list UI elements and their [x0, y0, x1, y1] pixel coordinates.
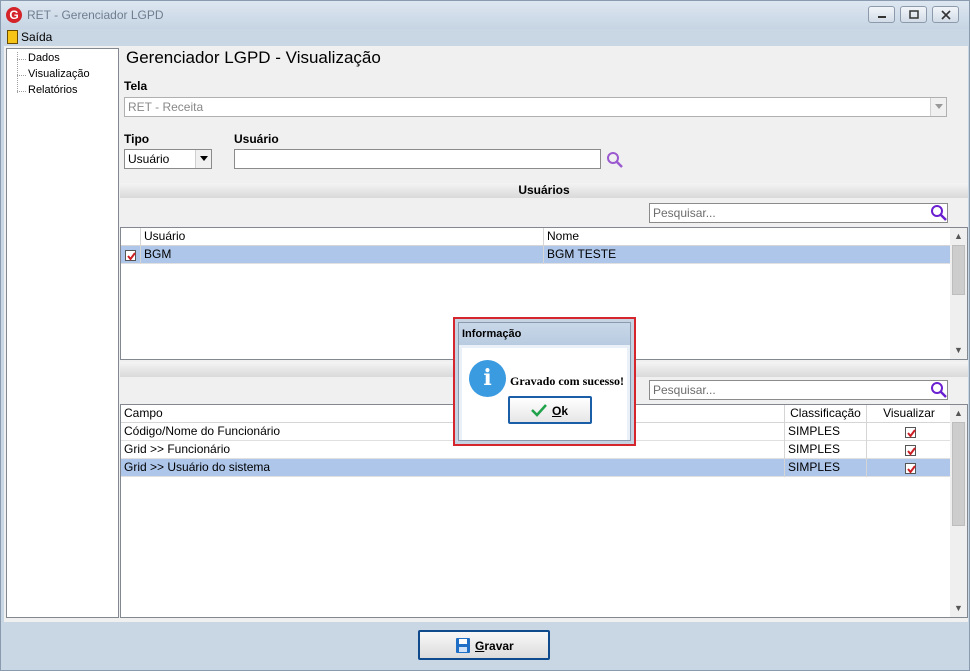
usuario-input[interactable]	[234, 149, 601, 169]
usuarios-search-input[interactable]: Pesquisar...	[649, 203, 948, 223]
check-icon	[531, 404, 547, 417]
checkbox[interactable]	[125, 250, 136, 261]
info-dialog: Informação i Gravado com sucesso! Ok	[453, 317, 636, 446]
checkmark-icon	[127, 252, 136, 261]
chevron-down-icon	[935, 104, 943, 109]
navigation-tree: Dados Visualização Relatórios	[6, 48, 119, 618]
tree-connector	[17, 75, 26, 76]
scroll-down-arrow-icon[interactable]: ▼	[950, 342, 967, 359]
app-logo-icon: G	[6, 7, 22, 23]
dialog-frame: Informação i Gravado com sucesso! Ok	[458, 322, 631, 441]
ok-button[interactable]: Ok	[508, 396, 592, 424]
scroll-up-arrow-icon[interactable]: ▲	[950, 405, 967, 422]
cell-classificacao: SIMPLES	[785, 459, 867, 477]
menu-saida-label: Saída	[21, 30, 53, 44]
checkbox[interactable]	[905, 445, 916, 456]
checkbox[interactable]	[905, 463, 916, 474]
checkmark-icon	[907, 429, 916, 438]
chevron-down-icon	[200, 156, 208, 161]
campos-scrollbar[interactable]: ▲ ▼	[950, 405, 967, 617]
tree-item-visualizacao[interactable]: Visualização	[28, 67, 90, 82]
usuario-search-icon[interactable]	[606, 151, 624, 169]
tipo-select-value: Usuário	[128, 152, 170, 166]
campos-search-placeholder: Pesquisar...	[653, 383, 716, 397]
usuarios-section-header: Usuários	[120, 183, 968, 198]
cell-classificacao: SIMPLES	[785, 423, 867, 441]
checkmark-icon	[907, 465, 916, 474]
campos-search-icon[interactable]	[930, 381, 948, 399]
menu-bar: Saída	[1, 29, 969, 46]
exit-door-icon	[7, 30, 18, 44]
restore-button[interactable]	[900, 6, 927, 23]
tela-label: Tela	[124, 79, 148, 93]
app-window: G RET - Gerenciador LGPD Saída Dados Vis…	[0, 0, 970, 671]
dialog-body: i Gravado com sucesso! Ok	[462, 348, 627, 440]
gravar-button[interactable]: Gravar	[418, 630, 550, 660]
campos-search-input[interactable]: Pesquisar...	[649, 380, 948, 400]
column-header-visualizar[interactable]: Visualizar	[867, 405, 951, 423]
column-header-nome[interactable]: Nome	[544, 228, 951, 246]
row-checkbox-cell[interactable]	[121, 246, 141, 264]
tree-item-relatorios[interactable]: Relatórios	[28, 83, 78, 98]
minimize-icon	[878, 16, 886, 18]
column-header-classificacao[interactable]: Classificação	[785, 405, 867, 423]
table-row[interactable]: Grid >> Usuário do sistema SIMPLES	[121, 459, 951, 477]
dialog-title: Informação	[459, 323, 630, 345]
checkmark-icon	[907, 447, 916, 456]
scroll-up-arrow-icon[interactable]: ▲	[950, 228, 967, 245]
usuario-label: Usuário	[234, 132, 279, 146]
checkbox-column-header	[121, 228, 141, 246]
ok-button-label: Ok	[552, 404, 569, 418]
tela-select-value: RET - Receita	[128, 100, 204, 114]
tipo-dropdown-arrow[interactable]	[195, 150, 211, 168]
page-title: Gerenciador LGPD - Visualização	[126, 48, 381, 67]
cell-usuario: BGM	[141, 246, 544, 264]
scrollbar-thumb[interactable]	[952, 245, 965, 295]
scroll-down-arrow-icon[interactable]: ▼	[950, 600, 967, 617]
cell-nome: BGM TESTE	[547, 247, 617, 261]
gravar-button-label: Gravar	[475, 639, 514, 653]
save-floppy-icon	[456, 638, 470, 653]
tree-item-dados[interactable]: Dados	[28, 51, 60, 66]
restore-icon	[909, 10, 919, 19]
cell-visualizar[interactable]	[867, 423, 951, 441]
dialog-message: Gravado com sucesso!	[510, 374, 624, 388]
tela-dropdown-arrow[interactable]	[930, 98, 946, 116]
usuarios-scrollbar[interactable]: ▲ ▼	[950, 228, 967, 359]
window-title: RET - Gerenciador LGPD	[27, 8, 164, 22]
scrollbar-thumb[interactable]	[952, 422, 965, 526]
usuarios-search-icon[interactable]	[930, 204, 948, 222]
column-header-usuario[interactable]: Usuário	[141, 228, 544, 246]
tipo-select[interactable]: Usuário	[124, 149, 212, 169]
tree-connector	[17, 91, 26, 92]
usuarios-grid-header: Usuário Nome	[121, 228, 951, 246]
minimize-button[interactable]	[868, 6, 895, 23]
menu-saida[interactable]: Saída	[5, 29, 52, 46]
checkbox[interactable]	[905, 427, 916, 438]
tree-connector	[17, 59, 26, 60]
cell-visualizar[interactable]	[867, 441, 951, 459]
cell-campo: Grid >> Usuário do sistema	[121, 459, 785, 477]
title-bar: G RET - Gerenciador LGPD	[1, 1, 969, 29]
tipo-label: Tipo	[124, 132, 150, 146]
cell-visualizar[interactable]	[867, 459, 951, 477]
table-row[interactable]: BGM BGM TESTE	[121, 246, 951, 264]
cell-classificacao: SIMPLES	[785, 441, 867, 459]
close-icon	[941, 10, 951, 20]
tela-select[interactable]: RET - Receita	[124, 97, 947, 117]
info-icon: i	[469, 360, 506, 397]
close-button[interactable]	[932, 6, 959, 23]
usuarios-search-placeholder: Pesquisar...	[653, 206, 716, 220]
